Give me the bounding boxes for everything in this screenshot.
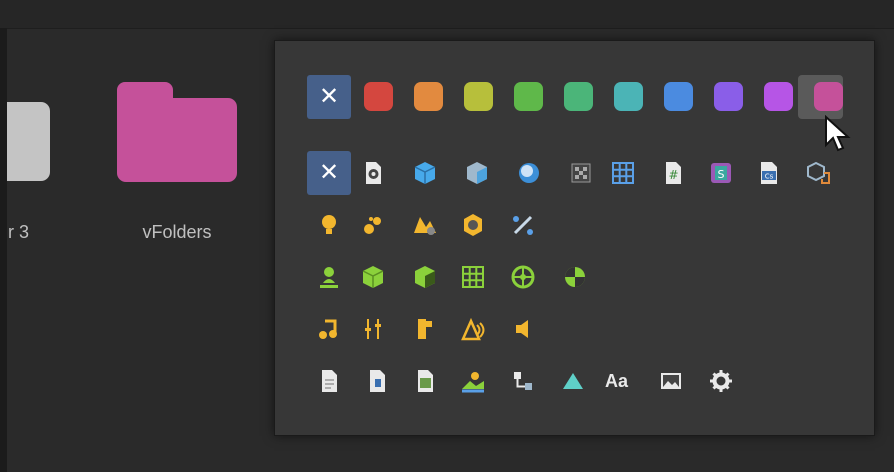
cube-green-icon[interactable] [359, 263, 387, 291]
text-file-icon[interactable] [363, 367, 391, 395]
hexagon-nut-icon[interactable] [459, 211, 487, 239]
scene-file-icon[interactable] [359, 159, 387, 187]
landscape-icon[interactable] [459, 367, 487, 395]
color-swatch[interactable] [414, 82, 443, 111]
color-swatch[interactable] [664, 82, 693, 111]
material-sphere-icon[interactable] [515, 159, 543, 187]
folder-customization-popup: ✕ ✕ # S Cs Aa [274, 40, 875, 436]
color-swatch[interactable] [614, 82, 643, 111]
color-swatch[interactable] [714, 82, 743, 111]
package-icon[interactable] [805, 159, 833, 187]
svg-text:S: S [718, 168, 725, 181]
color-swatch[interactable] [564, 82, 593, 111]
pie-icon[interactable] [561, 263, 589, 291]
navmesh-grid-icon[interactable] [459, 263, 487, 291]
wheel-icon[interactable] [509, 263, 537, 291]
folder-body [117, 98, 237, 182]
color-swatch[interactable] [814, 82, 843, 111]
folder-label-vfolders[interactable]: vFolders [112, 222, 242, 243]
close-icon: ✕ [318, 83, 340, 110]
grid-icon[interactable] [609, 159, 637, 187]
player-character-icon[interactable] [315, 263, 343, 291]
close-icon: ✕ [318, 159, 340, 186]
folder-icon[interactable] [7, 102, 50, 181]
hierarchy-icon[interactable] [509, 367, 537, 395]
audio-mixer-icon[interactable] [359, 315, 387, 343]
color-swatch[interactable] [764, 82, 793, 111]
particles-icon[interactable] [359, 211, 387, 239]
audio-reverb-icon[interactable] [459, 315, 487, 343]
speaker-icon[interactable] [509, 315, 537, 343]
mouse-cursor-icon [825, 115, 851, 152]
shader-icon[interactable]: S [707, 159, 735, 187]
left-pane-edge [0, 28, 7, 472]
sprite-icon[interactable] [559, 367, 587, 395]
color-swatch[interactable] [514, 82, 543, 111]
vfolders-folder-icon[interactable] [117, 82, 237, 182]
model-prefab-icon[interactable] [463, 159, 491, 187]
prefab-cube-icon[interactable] [411, 159, 439, 187]
mesh-checker-icon[interactable] [567, 159, 595, 187]
joint-icon[interactable] [509, 211, 537, 239]
script-hash-icon[interactable]: # [659, 159, 687, 187]
svg-text:#: # [668, 168, 678, 182]
terrain-icon[interactable] [411, 211, 439, 239]
light-bulb-icon[interactable] [315, 211, 343, 239]
music-note-icon[interactable] [315, 315, 343, 343]
font-aa-icon[interactable]: Aa [605, 367, 633, 395]
csharp-file-icon[interactable]: Cs [755, 159, 783, 187]
color-swatch[interactable] [364, 82, 393, 111]
picture-icon[interactable] [657, 367, 685, 395]
svg-text:Cs: Cs [765, 173, 774, 181]
gear-icon[interactable] [707, 367, 735, 395]
image-file-icon[interactable] [411, 367, 439, 395]
cube-dark-icon[interactable] [411, 263, 439, 291]
audio-source-icon[interactable] [411, 315, 439, 343]
document-icon[interactable] [315, 367, 343, 395]
color-swatch[interactable] [464, 82, 493, 111]
top-toolbar [0, 0, 894, 29]
folder-label[interactable]: r 3 [8, 222, 29, 243]
